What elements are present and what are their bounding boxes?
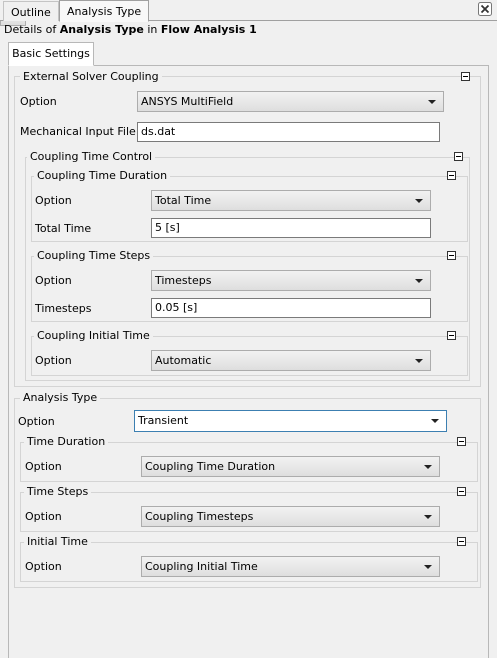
select-value: Coupling Initial Time — [145, 560, 258, 573]
group-title-coupling-time-control: Coupling Time Control — [27, 150, 156, 164]
external-solver-option-select[interactable]: ANSYS MultiField — [137, 91, 444, 112]
group-title-external-solver: External Solver Coupling — [20, 70, 162, 84]
select-value: Transient — [138, 414, 189, 427]
coupling-initial-option-select[interactable]: Automatic — [151, 350, 431, 371]
group-title-coupling-time-duration: Coupling Time Duration — [34, 169, 171, 183]
details-prefix: Details of — [4, 23, 60, 36]
tab-basic-settings[interactable]: Basic Settings — [8, 42, 94, 66]
coupling-steps-option-select[interactable]: Timesteps — [151, 270, 431, 291]
option-label: Option — [25, 460, 62, 473]
details-mid: in — [143, 23, 161, 36]
select-value: Automatic — [155, 354, 212, 367]
chevron-down-icon — [415, 199, 423, 203]
coupling-duration-option-select[interactable]: Total Time — [151, 190, 431, 211]
option-label: Option — [35, 194, 72, 207]
group-title-initial-time: Initial Time — [24, 535, 91, 549]
chevron-down-icon — [431, 419, 439, 423]
collapse-minus-icon[interactable] — [447, 171, 456, 180]
chevron-down-icon — [415, 359, 423, 363]
total-time-label: Total Time — [35, 222, 92, 235]
group-title-coupling-initial-time: Coupling Initial Time — [34, 329, 153, 343]
group-title-coupling-time-steps: Coupling Time Steps — [34, 249, 154, 263]
select-value: ANSYS MultiField — [141, 95, 234, 108]
group-title-time-duration: Time Duration — [24, 435, 109, 449]
option-label: Option — [35, 274, 72, 287]
collapse-minus-icon[interactable] — [457, 487, 466, 496]
time-duration-option-select[interactable]: Coupling Time Duration — [141, 456, 440, 477]
collapse-minus-icon[interactable] — [447, 331, 456, 340]
initial-time-option-select[interactable]: Coupling Initial Time — [141, 556, 440, 577]
option-label: Option — [18, 415, 55, 428]
group-title-time-steps: Time Steps — [24, 485, 92, 499]
time-steps-option-select[interactable]: Coupling Timesteps — [141, 506, 440, 527]
total-time-field[interactable]: 5 [s] — [151, 218, 431, 238]
collapse-minus-icon[interactable] — [457, 537, 466, 546]
details-header: Details of Analysis Type in Flow Analysi… — [4, 22, 257, 37]
mechanical-input-label: Mechanical Input File — [20, 125, 136, 138]
option-label: Option — [20, 95, 57, 108]
chevron-down-icon — [415, 279, 423, 283]
tab-outline[interactable]: Outline — [3, 1, 59, 21]
field-value: 0.05 [s] — [155, 301, 198, 314]
select-value: Coupling Timesteps — [145, 510, 254, 523]
select-value: Coupling Time Duration — [145, 460, 276, 473]
select-value: Total Time — [155, 194, 212, 207]
option-label: Option — [25, 510, 62, 523]
chevron-down-icon — [424, 515, 432, 519]
collapse-minus-icon[interactable] — [447, 251, 456, 260]
tab-analysis-type[interactable]: Analysis Type — [59, 0, 150, 22]
collapse-minus-icon[interactable] — [454, 152, 463, 161]
field-value: 5 [s] — [155, 221, 180, 234]
details-object: Analysis Type — [59, 23, 144, 36]
analysis-type-option-select[interactable]: Transient — [134, 410, 447, 432]
chevron-down-icon — [424, 565, 432, 569]
chevron-down-icon — [428, 100, 436, 104]
collapse-minus-icon[interactable] — [457, 437, 466, 446]
timesteps-label: Timesteps — [35, 302, 92, 315]
group-title-analysis-type: Analysis Type — [20, 391, 101, 405]
mechanical-input-field[interactable]: ds.dat — [137, 122, 440, 142]
select-value: Timesteps — [155, 274, 212, 287]
field-value: ds.dat — [141, 125, 176, 138]
close-icon[interactable] — [478, 2, 492, 16]
collapse-minus-icon[interactable] — [461, 72, 470, 81]
timesteps-field[interactable]: 0.05 [s] — [151, 298, 431, 318]
chevron-down-icon — [424, 465, 432, 469]
details-target: Flow Analysis 1 — [160, 23, 257, 36]
option-label: Option — [35, 354, 72, 367]
option-label: Option — [25, 560, 62, 573]
